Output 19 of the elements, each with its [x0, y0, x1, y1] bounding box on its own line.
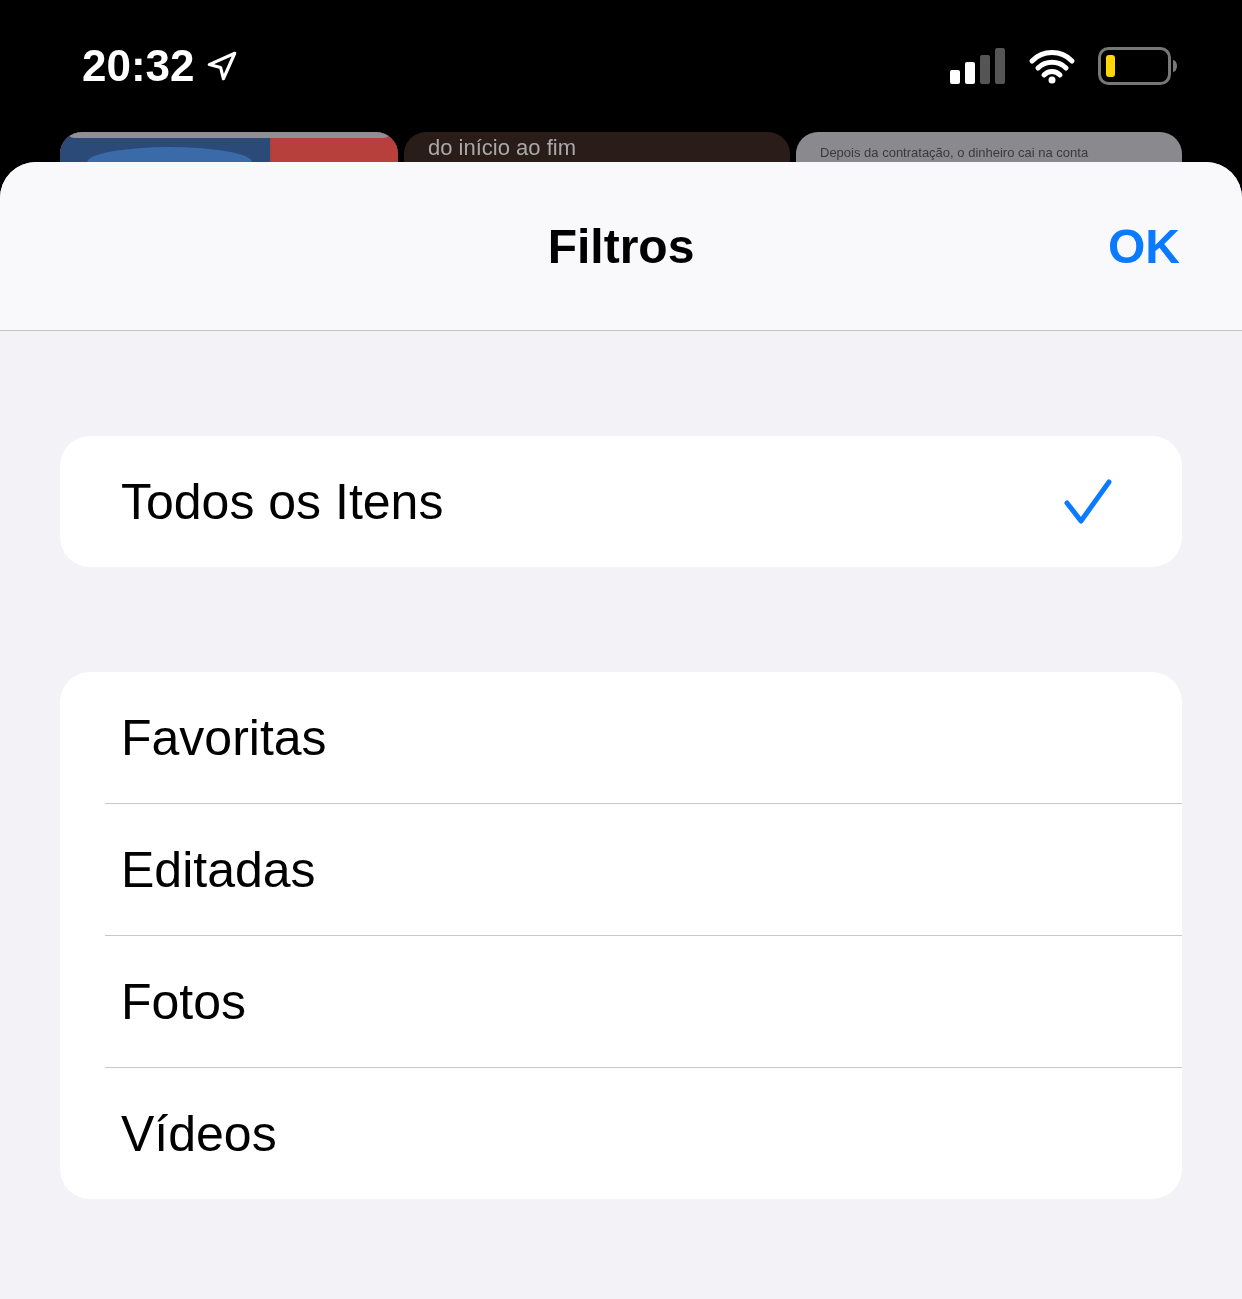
filter-option[interactable]: Vídeos	[105, 1067, 1182, 1199]
filter-option[interactable]: Favoritas	[105, 672, 1182, 803]
sheet-title: Filtros	[547, 218, 695, 274]
option-label: Vídeos	[121, 1104, 277, 1163]
battery-icon	[1098, 47, 1178, 85]
filter-option[interactable]: Todos os Itens	[105, 436, 1182, 567]
card-text: do início ao fim	[428, 135, 577, 160]
status-time: 20:32	[82, 41, 195, 91]
option-label: Todos os Itens	[121, 472, 444, 531]
option-label: Fotos	[121, 972, 247, 1031]
ok-button[interactable]: OK	[1108, 218, 1180, 274]
card-text: Depois da contratação, o dinheiro cai na conta	[820, 145, 1090, 160]
filter-option[interactable]: Fotos	[105, 935, 1182, 1067]
checkmark-icon	[1064, 478, 1112, 525]
filter-option[interactable]: Editadas	[105, 803, 1182, 935]
signal-icon	[950, 48, 1006, 84]
option-label: Favoritas	[121, 708, 327, 767]
wifi-icon	[1028, 48, 1076, 84]
option-label: Editadas	[121, 840, 316, 899]
